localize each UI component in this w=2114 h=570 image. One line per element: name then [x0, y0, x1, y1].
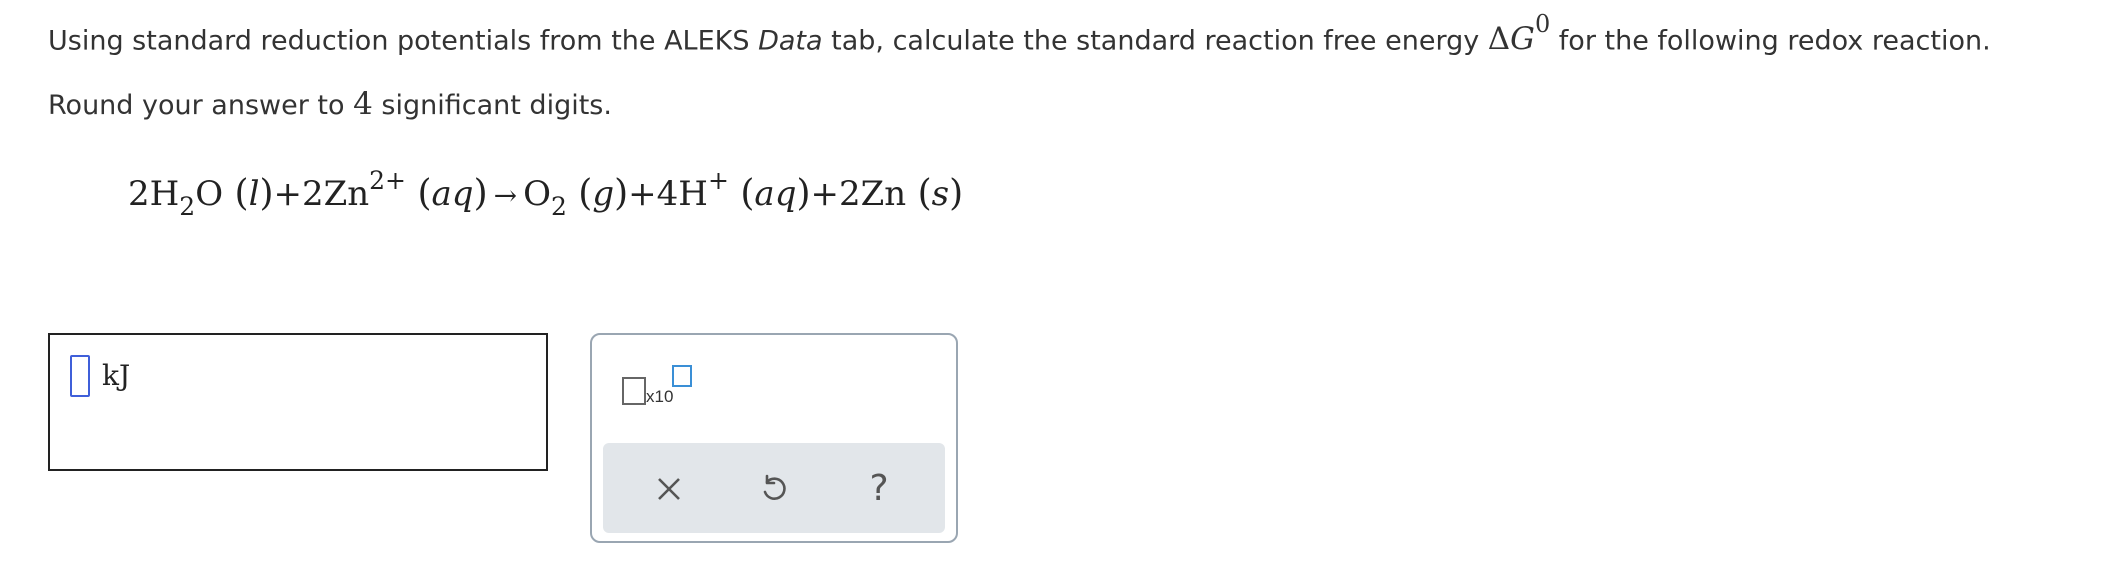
rounding-text-start: Round your answer to	[48, 90, 354, 121]
undo-icon	[763, 474, 786, 500]
eq-plus: +	[628, 174, 657, 214]
answer-area: kJ	[48, 333, 548, 471]
data-tab-reference: Data	[758, 25, 823, 57]
redox-equation: 2H2O (l)+2Zn2+ (aq) → O2 (g)+4H+ (aq)+2Zn …	[128, 166, 964, 221]
close-icon	[658, 478, 680, 500]
undo-button[interactable]	[746, 461, 802, 517]
clear-button[interactable]	[641, 461, 697, 517]
question-text: Using standard reduction potentials from…	[48, 8, 1991, 57]
g-symbol: G	[1510, 21, 1535, 58]
exponent-box-icon	[672, 365, 692, 387]
help-icon: ?	[869, 468, 889, 509]
delta-g-symbol: ΔG0	[1487, 10, 1550, 58]
answer-input[interactable]	[70, 355, 90, 397]
eq-hydrogen-ion-charge: +	[707, 166, 729, 195]
unit-label: kJ	[102, 359, 131, 392]
help-button[interactable]: ?	[851, 461, 907, 517]
eq-zinc-ion-charge: 2+	[369, 166, 407, 195]
action-bar: ?	[603, 443, 945, 533]
scientific-notation-button[interactable]: x10	[622, 365, 702, 415]
eq-zinc-ion: 2Zn	[302, 174, 370, 214]
reaction-arrow: →	[493, 179, 518, 212]
eq-oxygen: O	[523, 174, 551, 214]
eq-oxygen-phase: g	[592, 174, 615, 214]
rounding-instruction: Round your answer to 4 significant digit…	[48, 82, 612, 128]
rounding-text-end: significant digits.	[372, 90, 612, 121]
question-text-end: for the following redox reaction.	[1550, 25, 1991, 57]
eq-water-subscript: 2	[179, 192, 196, 221]
eq-zinc-ion-phase: aq	[431, 174, 474, 214]
question-text-middle: tab, calculate the standard reaction fre…	[822, 25, 1488, 57]
eq-water-phase: l	[248, 174, 260, 214]
eq-plus: +	[810, 174, 840, 214]
question-text-start: Using standard reduction potentials from…	[48, 25, 759, 57]
eq-water-o: O	[195, 174, 224, 214]
x10-label: x10	[646, 387, 674, 406]
math-tool-panel: x10 ?	[590, 333, 958, 543]
eq-oxygen-subscript: 2	[550, 192, 567, 221]
eq-plus: +	[273, 174, 303, 214]
eq-zinc-metal: 2Zn	[839, 174, 907, 214]
eq-hydrogen-ion-phase: aq	[754, 174, 797, 214]
standard-state-superscript: 0	[1534, 10, 1551, 38]
eq-zinc-metal-phase: s	[931, 174, 950, 214]
significant-digits-number: 4	[353, 86, 373, 122]
delta-symbol: Δ	[1487, 21, 1511, 58]
eq-water-h: 2H	[128, 174, 180, 214]
eq-hydrogen-ion: 4H	[656, 174, 708, 214]
mantissa-box-icon	[622, 377, 646, 405]
